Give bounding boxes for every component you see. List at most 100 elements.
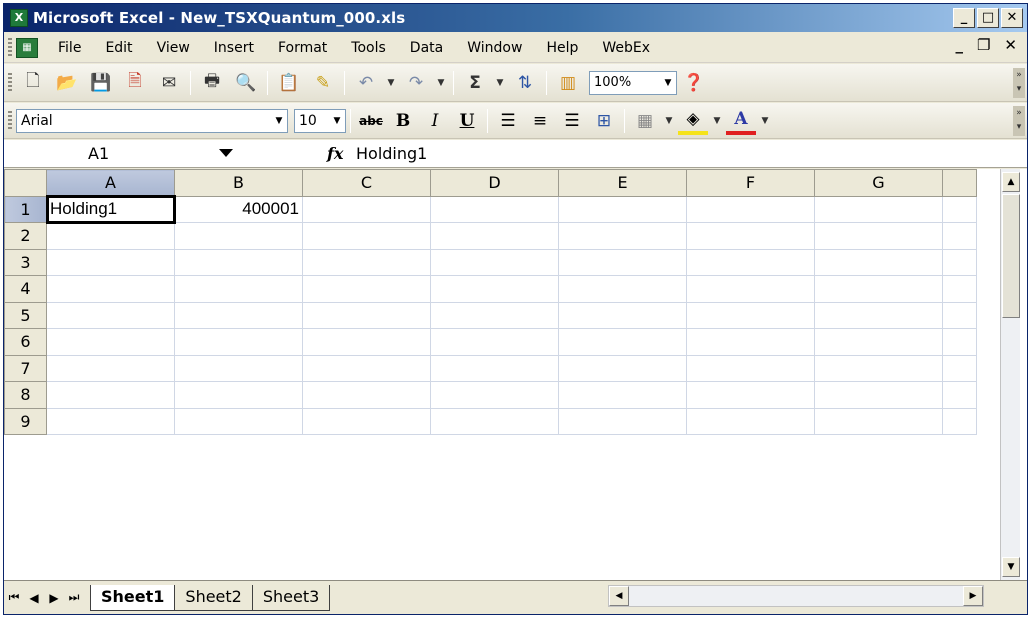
column-header-f[interactable]: F bbox=[686, 169, 815, 197]
chevron-down-icon[interactable]: ▼ bbox=[329, 110, 345, 132]
scroll-right-icon[interactable]: ▶ bbox=[963, 586, 983, 606]
formula-input[interactable]: Holding1 bbox=[356, 144, 427, 163]
workbook-minimize-button[interactable]: _ bbox=[955, 36, 963, 54]
cell[interactable] bbox=[814, 222, 943, 250]
workbook-close-button[interactable]: ✕ bbox=[1004, 36, 1017, 54]
borders-dropdown-icon[interactable]: ▼ bbox=[663, 106, 675, 136]
menu-data[interactable]: Data bbox=[398, 36, 455, 60]
menu-tools[interactable]: Tools bbox=[339, 36, 398, 60]
cell-c1[interactable] bbox=[302, 195, 431, 223]
cell[interactable] bbox=[46, 328, 175, 356]
workbook-restore-button[interactable]: ❐ bbox=[977, 36, 990, 54]
borders-icon[interactable]: ▦ bbox=[630, 107, 660, 135]
cell[interactable] bbox=[942, 248, 977, 276]
toolbar-overflow-icon[interactable]: » ▾ bbox=[1013, 106, 1025, 136]
toolbar-grip[interactable] bbox=[8, 110, 12, 131]
cell[interactable] bbox=[302, 248, 431, 276]
column-header-b[interactable]: B bbox=[174, 169, 303, 197]
cell[interactable] bbox=[814, 301, 943, 329]
menu-window[interactable]: Window bbox=[455, 36, 534, 60]
menu-file[interactable]: File bbox=[46, 36, 93, 60]
select-all-corner[interactable] bbox=[4, 169, 47, 197]
previous-sheet-icon[interactable]: ◀ bbox=[24, 591, 44, 605]
strikethrough-button[interactable]: abc bbox=[356, 107, 386, 135]
chevron-down-icon[interactable]: ▼ bbox=[660, 72, 676, 94]
cell[interactable] bbox=[558, 301, 687, 329]
cell[interactable] bbox=[302, 328, 431, 356]
font-name-select[interactable]: Arial ▼ bbox=[16, 108, 288, 133]
menu-format[interactable]: Format bbox=[266, 36, 339, 60]
vertical-scrollbar[interactable]: ▲ ▼ bbox=[1000, 169, 1020, 580]
scroll-down-icon[interactable]: ▼ bbox=[1002, 557, 1020, 577]
autosum-icon[interactable]: Σ bbox=[460, 68, 490, 98]
next-sheet-icon[interactable]: ▶ bbox=[44, 591, 64, 605]
cell[interactable] bbox=[814, 328, 943, 356]
vertical-scroll-thumb[interactable] bbox=[1002, 194, 1020, 318]
sort-ascending-icon[interactable]: ⇅ bbox=[510, 68, 540, 98]
cell-a1[interactable]: Holding1 bbox=[45, 195, 176, 224]
cell[interactable] bbox=[558, 248, 687, 276]
paste-icon[interactable]: 📋 bbox=[274, 68, 304, 98]
maximize-button[interactable]: □ bbox=[977, 8, 999, 28]
cell[interactable] bbox=[558, 222, 687, 250]
cell-d1[interactable] bbox=[430, 195, 559, 223]
cell[interactable] bbox=[430, 407, 559, 435]
cell[interactable] bbox=[174, 275, 303, 303]
cell[interactable] bbox=[302, 222, 431, 250]
cell[interactable] bbox=[558, 354, 687, 382]
cell[interactable] bbox=[430, 248, 559, 276]
insert-function-icon[interactable]: fx bbox=[327, 144, 343, 163]
column-header-a[interactable]: A bbox=[46, 169, 175, 197]
horizontal-scrollbar[interactable]: ◀ ▶ bbox=[608, 585, 984, 607]
align-center-icon[interactable]: ≡ bbox=[525, 107, 555, 135]
cell[interactable] bbox=[46, 222, 175, 250]
menu-view[interactable]: View bbox=[145, 36, 202, 60]
cell[interactable] bbox=[302, 301, 431, 329]
help-icon[interactable]: ❓ bbox=[679, 68, 709, 98]
tab-sheet3[interactable]: Sheet3 bbox=[251, 584, 331, 611]
font-color-icon[interactable]: A bbox=[726, 107, 756, 135]
fill-color-icon[interactable]: ◈ bbox=[678, 107, 708, 135]
email-icon[interactable]: ✉ bbox=[154, 68, 184, 98]
cell[interactable] bbox=[686, 407, 815, 435]
cell[interactable] bbox=[814, 407, 943, 435]
cell[interactable] bbox=[942, 301, 977, 329]
excel-app-icon[interactable]: X bbox=[10, 9, 28, 27]
scroll-up-icon[interactable]: ▲ bbox=[1002, 172, 1020, 192]
column-header-e[interactable]: E bbox=[558, 169, 687, 197]
row-header-5[interactable]: 5 bbox=[4, 301, 47, 329]
align-right-icon[interactable]: ☰ bbox=[557, 107, 587, 135]
cell[interactable] bbox=[942, 354, 977, 382]
name-box[interactable]: A1 bbox=[4, 142, 199, 166]
cell[interactable] bbox=[174, 328, 303, 356]
cell[interactable] bbox=[46, 407, 175, 435]
cell[interactable] bbox=[558, 275, 687, 303]
row-header-7[interactable]: 7 bbox=[4, 354, 47, 382]
cell[interactable] bbox=[430, 381, 559, 409]
row-header-2[interactable]: 2 bbox=[4, 222, 47, 250]
toolbar-overflow-icon[interactable]: » ▾ bbox=[1013, 68, 1025, 98]
chevron-down-icon[interactable]: ▼ bbox=[271, 110, 287, 132]
save-icon[interactable]: 💾 bbox=[86, 68, 116, 98]
cell[interactable] bbox=[686, 275, 815, 303]
cell[interactable] bbox=[174, 301, 303, 329]
cell[interactable] bbox=[558, 407, 687, 435]
column-header-d[interactable]: D bbox=[430, 169, 559, 197]
cell[interactable] bbox=[686, 354, 815, 382]
cell[interactable] bbox=[814, 381, 943, 409]
cell[interactable] bbox=[430, 301, 559, 329]
row-header-9[interactable]: 9 bbox=[4, 407, 47, 435]
font-size-select[interactable]: 10 ▼ bbox=[294, 108, 346, 133]
align-left-icon[interactable]: ☰ bbox=[493, 107, 523, 135]
cell[interactable] bbox=[814, 275, 943, 303]
undo-icon[interactable]: ↶ bbox=[351, 68, 381, 98]
cell[interactable] bbox=[558, 328, 687, 356]
cell[interactable] bbox=[174, 407, 303, 435]
autosum-dropdown-icon[interactable]: ▼ bbox=[494, 68, 506, 98]
cell[interactable] bbox=[942, 222, 977, 250]
cell[interactable] bbox=[686, 248, 815, 276]
menu-edit[interactable]: Edit bbox=[93, 36, 144, 60]
cell[interactable] bbox=[430, 328, 559, 356]
merge-center-icon[interactable]: ⊞ bbox=[589, 107, 619, 135]
cell[interactable] bbox=[942, 407, 977, 435]
